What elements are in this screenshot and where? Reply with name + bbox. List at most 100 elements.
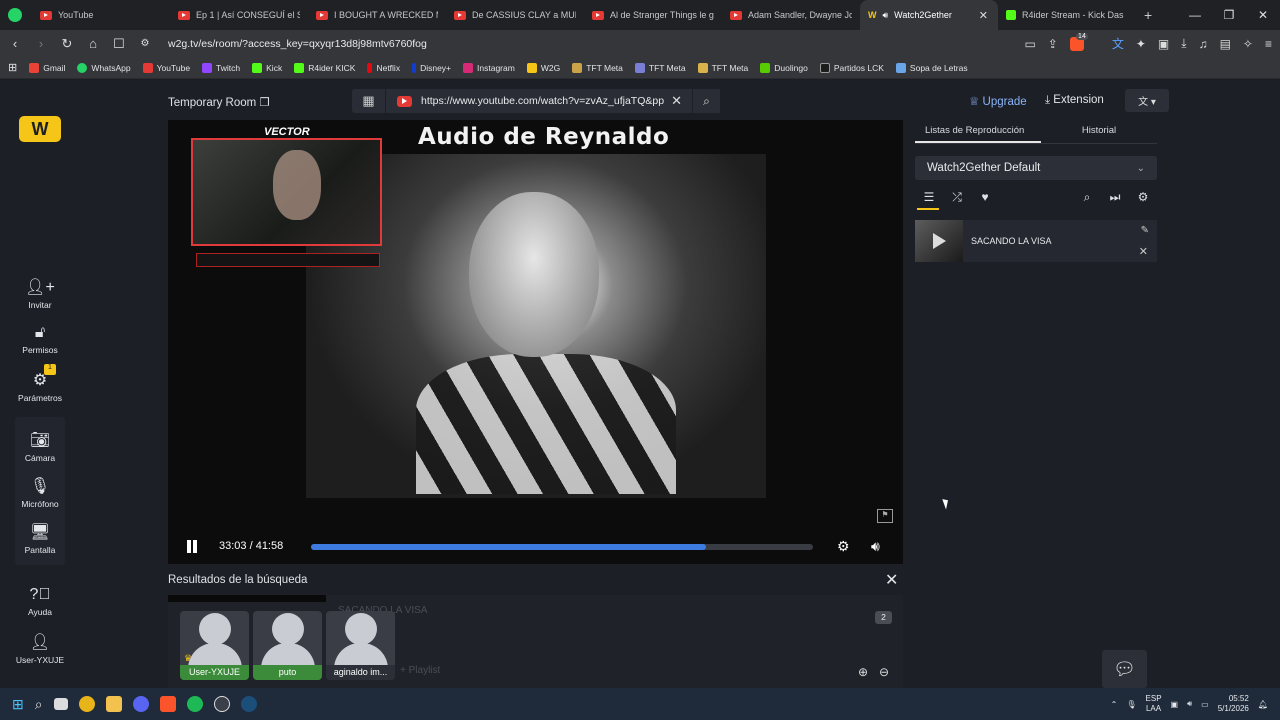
tab-playlists[interactable]: Listas de Reproducción: [915, 120, 1041, 143]
back-icon[interactable]: ‹: [8, 36, 22, 51]
help-button[interactable]: ?⃝ Ayuda: [0, 586, 80, 617]
settings-button[interactable]: ⚙ 1 Parámetros: [0, 364, 80, 403]
user-tile[interactable]: aginaldo im...: [326, 611, 395, 680]
bookmark-kick[interactable]: Kick: [252, 62, 282, 73]
new-tab-button[interactable]: +: [1144, 7, 1152, 23]
file-explorer-icon[interactable]: [105, 696, 122, 712]
volume-icon[interactable]: 🔊︎: [871, 538, 880, 555]
w2g-logo[interactable]: W: [19, 116, 61, 142]
microphone-button[interactable]: 🎙︎ Micrófono: [0, 476, 80, 509]
search-icon[interactable]: ⌕: [35, 696, 43, 713]
browser-tab[interactable]: Ep 1 | Así CONSEGUÍ el SNIPE: [170, 0, 308, 30]
user-tile[interactable]: puto: [253, 611, 322, 680]
bookmark-gmail[interactable]: Gmail: [29, 62, 65, 73]
zoom-out-icon[interactable]: ⊖: [879, 665, 889, 679]
bookmark-instagram[interactable]: Instagram: [463, 62, 515, 73]
room-title[interactable]: Temporary Room ❐: [168, 95, 270, 109]
bookmark-partidos-lck[interactable]: Partidos LCK: [819, 62, 884, 73]
music-icon[interactable]: ♫: [1199, 37, 1208, 51]
restore-button[interactable]: ❐: [1212, 8, 1246, 22]
steam-icon[interactable]: [240, 696, 257, 712]
browser-tab[interactable]: De CASSIUS CLAY a MUHAM: [446, 0, 584, 30]
forward-icon[interactable]: ›: [34, 36, 48, 51]
brave-shield-icon[interactable]: 14: [1069, 32, 1088, 51]
spotify-icon[interactable]: [186, 696, 203, 712]
microphone-icon[interactable]: 🎙︎: [1126, 700, 1136, 709]
search-button[interactable]: ⌕: [692, 89, 720, 113]
home-icon[interactable]: ⌂: [86, 36, 100, 51]
extensions-icon[interactable]: ✦: [1136, 37, 1146, 51]
language-indicator[interactable]: ESP LAA: [1146, 694, 1162, 714]
extension-button[interactable]: ⤓ Extension: [1045, 94, 1104, 107]
battery-icon[interactable]: ▭: [1201, 700, 1209, 709]
browser-tab[interactable]: YouTube: [32, 0, 170, 30]
close-window-button[interactable]: ✕: [1246, 8, 1280, 22]
clear-url-icon[interactable]: ✕: [671, 93, 682, 109]
app-icon[interactable]: [213, 696, 230, 712]
screen-share-button[interactable]: 🖥︎ Pantalla: [0, 522, 80, 555]
shuffle-icon[interactable]: ⤮: [943, 190, 971, 205]
brave-icon[interactable]: [159, 696, 176, 712]
close-results-icon[interactable]: ✕: [885, 570, 898, 590]
tab-history[interactable]: Historial: [1041, 120, 1157, 143]
edit-icon[interactable]: ✎: [1141, 225, 1149, 236]
url-field[interactable]: w2g.tv/es/room/?access_key=qxyqr13d8j98m…: [168, 38, 427, 50]
pause-button[interactable]: [186, 540, 199, 553]
camera-button[interactable]: 📷︎ Cámara: [0, 430, 80, 463]
bookmark-disney[interactable]: Disney+: [412, 62, 451, 73]
browser-tab[interactable]: Al de Stranger Things le gust: [584, 0, 722, 30]
bookmark-w2g[interactable]: W2G: [526, 62, 560, 73]
gear-icon[interactable]: ⚙: [1129, 190, 1157, 205]
network-icon[interactable]: ▣: [1171, 700, 1179, 709]
task-view-icon[interactable]: [53, 698, 68, 710]
minimize-button[interactable]: —: [1178, 8, 1212, 22]
download-icon[interactable]: ⤓: [1181, 36, 1186, 51]
clock[interactable]: 05:52 5/1/2026: [1218, 694, 1249, 714]
browser-tab[interactable]: I BOUGHT A WRECKED MERC: [308, 0, 446, 30]
skip-icon[interactable]: ⏭: [1101, 190, 1129, 205]
bookmark-netflix[interactable]: Netflix: [367, 62, 400, 73]
bookmark-tft-meta[interactable]: TFT Meta: [572, 62, 623, 73]
discord-icon[interactable]: [132, 696, 149, 712]
copy-icon[interactable]: ❐: [259, 97, 269, 109]
notifications-icon[interactable]: 🔔︎: [1258, 700, 1268, 709]
translate-icon[interactable]: 文: [1112, 35, 1124, 52]
player-settings-icon[interactable]: ⚙: [837, 538, 850, 555]
bookmark-tft-meta[interactable]: TFT Meta: [634, 62, 686, 73]
screenshot-icon[interactable]: ▣: [1158, 37, 1169, 51]
heart-icon[interactable]: ♥: [971, 190, 999, 204]
apps-grid-icon[interactable]: ⊞: [8, 61, 17, 74]
invite-button[interactable]: 👤︎+ Invitar: [0, 277, 80, 310]
browser-tab-active[interactable]: W 🔊︎ Watch2Gether ✕: [860, 0, 998, 30]
sidebar-icon[interactable]: ▤: [1220, 37, 1231, 51]
permissions-button[interactable]: 🔓︎ Permisos: [0, 324, 80, 355]
bookmark-sopa-de-letras[interactable]: Sopa de Letras: [895, 62, 968, 73]
close-tab-icon[interactable]: ✕: [979, 9, 988, 22]
reload-icon[interactable]: ↻: [60, 36, 74, 52]
bookmark-icon[interactable]: ☐: [112, 36, 126, 52]
bookmark-whatsapp[interactable]: WhatsApp: [77, 62, 131, 73]
video-url-input[interactable]: ▦ https://www.youtube.com/watch?v=zvAz_u…: [352, 89, 720, 113]
leo-icon[interactable]: ✧: [1243, 37, 1253, 51]
user-profile-button[interactable]: 👤︎ User-YXUJE: [0, 632, 80, 665]
volume-icon[interactable]: 🔊︎: [1187, 699, 1192, 709]
share-icon[interactable]: ⇪: [1048, 37, 1058, 51]
bookmark-r4ider-kick[interactable]: R4ider KICK: [294, 62, 355, 73]
upgrade-button[interactable]: ♕ Upgrade: [969, 94, 1027, 108]
cast-icon[interactable]: ▭: [1024, 37, 1035, 51]
bookmark-tft-meta[interactable]: TFT Meta: [697, 62, 748, 73]
browser-tab[interactable]: Adam Sandler, Dwayne Johns: [722, 0, 860, 30]
browser-tab[interactable]: R4ider Stream - Kick Das: [998, 0, 1136, 30]
search-icon[interactable]: ⌕: [1073, 190, 1101, 205]
pip-icon[interactable]: ⚑: [877, 509, 893, 523]
windows-start-icon[interactable]: ⊞: [12, 696, 24, 713]
list-icon[interactable]: ☰: [915, 190, 943, 204]
bookmark-duolingo[interactable]: Duolingo: [760, 62, 808, 73]
chat-button[interactable]: 💬︎: [1102, 650, 1147, 688]
user-tile[interactable]: ♛ User-YXUJE: [180, 611, 249, 680]
bookmark-youtube[interactable]: YouTube: [142, 62, 190, 73]
language-select[interactable]: 文 ▾: [1125, 89, 1169, 112]
remove-icon[interactable]: ✕: [1139, 245, 1148, 258]
show-hidden-icon[interactable]: ⌃: [1111, 700, 1118, 709]
playlist-item[interactable]: SACANDO LA VISA ✎ ✕: [915, 220, 1157, 262]
